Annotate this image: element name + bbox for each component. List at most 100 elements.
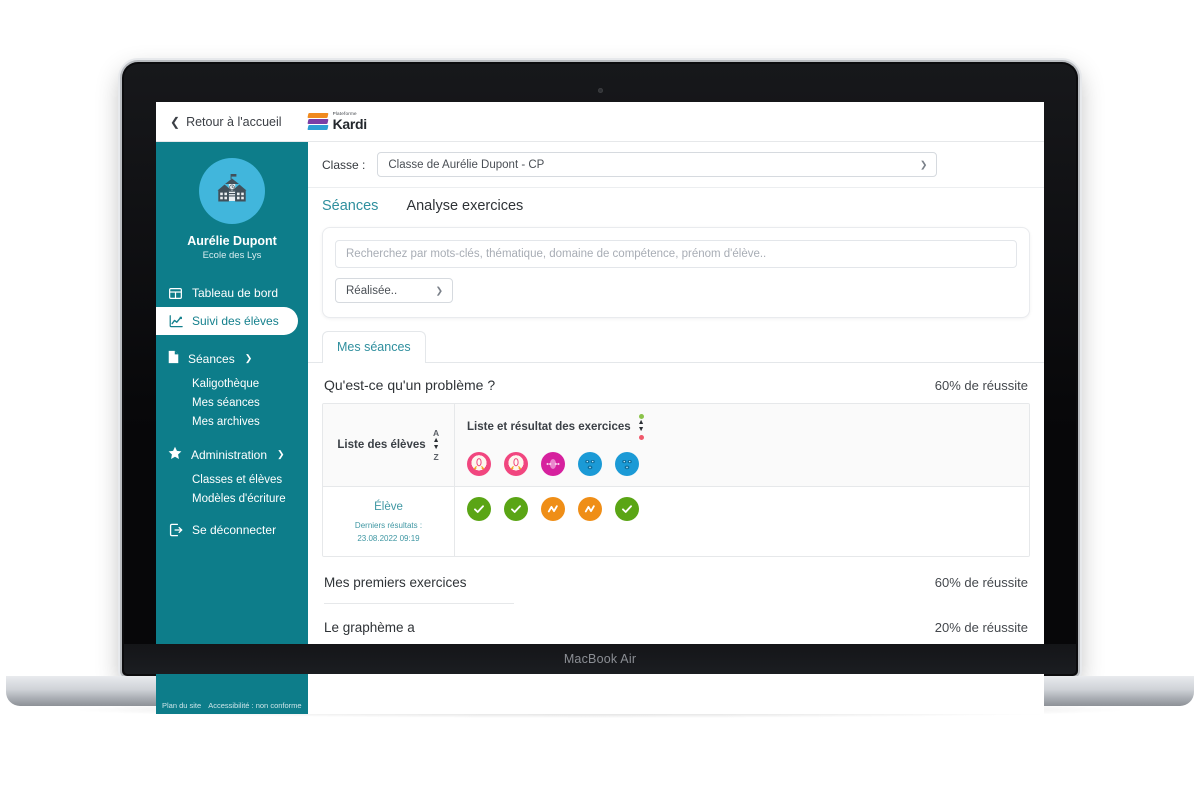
main-content: Classe : Classe de Aurélie Dupont - CP ❯… (308, 142, 1044, 714)
classe-label: Classe : (322, 157, 366, 172)
session-success-rate: 60% de réussite (934, 377, 1028, 393)
school-building-icon (217, 174, 247, 202)
results-table: Liste des élèves A ▲ ▼ Z Liste et résult… (322, 403, 1030, 558)
chart-line-icon (168, 314, 183, 328)
sidebar-group-administration[interactable]: Administration ❯ (156, 439, 308, 470)
secondary-tabs: Mes séances (308, 318, 1044, 363)
sessions-panel: Qu'est-ce qu'un problème ? 60% de réussi… (308, 363, 1044, 650)
session-header: Qu'est-ce qu'un problème ? 60% de réussi… (322, 363, 1030, 403)
session-success-rate: 20% de réussite (934, 620, 1028, 636)
result-badge-3[interactable] (541, 496, 565, 521)
list-item[interactable]: Le graphème a 20% de réussite (322, 604, 1030, 650)
sidebar-subitem-mes-seances[interactable]: Mes séances (156, 393, 308, 412)
student-info: Élève Derniers résultats : 23.08.2022 09… (355, 499, 422, 545)
star-icon (168, 446, 182, 463)
sidebar-subitem-classes-et-eleves[interactable]: Classes et élèves (156, 470, 308, 489)
sidebar-subitem-kaligotheque[interactable]: Kaligothèque (156, 374, 308, 393)
sidebar-group-label: Séances (188, 351, 235, 366)
sidebar-subitem-label: Mes séances (192, 396, 260, 409)
sidebar: Aurélie Dupont Ecole des Lys Tableau de … (156, 142, 308, 714)
session-title: Le graphème a (324, 620, 415, 636)
sidebar-subitem-label: Modèles d'écriture (192, 492, 286, 505)
sidebar-subitem-label: Kaligothèque (192, 377, 260, 390)
footer-site-map-link[interactable]: Plan du site (162, 701, 201, 710)
exercises-column-label: Liste et résultat des exercices (467, 420, 631, 433)
student-last-results-value: 23.08.2022 09:19 (357, 533, 420, 543)
list-item[interactable]: Mes premiers exercices 60% de réussite (322, 559, 1030, 605)
footer-accessibility-link[interactable]: Accessibilité : non conforme (208, 701, 301, 710)
exercises-column-header: Liste et résultat des exercices ▲ ▼ (455, 404, 1029, 486)
chevron-down-icon: ❯ (244, 353, 253, 363)
exercises-column-title: Liste et résultat des exercices ▲ ▼ (467, 414, 1017, 440)
session-title: Qu'est-ce qu'un problème ? (324, 377, 496, 393)
sidebar-item-label: Se déconnecter (192, 523, 277, 537)
result-badge-1[interactable] (467, 496, 491, 521)
result-badge-5[interactable] (615, 496, 639, 521)
sidebar-group-label: Administration (191, 447, 268, 462)
sidebar-group-seances[interactable]: Séances ❯ (156, 343, 308, 374)
student-results-cell (455, 486, 1029, 557)
tab-seances[interactable]: Séances (322, 198, 378, 214)
exercise-avatar-4[interactable] (578, 451, 602, 476)
sidebar-avatar-wrap (156, 142, 308, 232)
table-row: Élève Derniers résultats : 23.08.2022 09… (323, 485, 1029, 557)
device-brand-label: MacBook Air (563, 652, 637, 666)
sidebar-subitem-mes-archives[interactable]: Mes archives (156, 412, 308, 431)
search-panel: Réalisée.. ❯ (322, 227, 1030, 318)
sidebar-item-suivi-des-eleves[interactable]: Suivi des élèves (156, 307, 298, 335)
sort-arrows-icon: ▲ ▼ (432, 437, 440, 452)
tab-label: Séances (322, 198, 379, 214)
classe-select[interactable]: Classe de Aurélie Dupont - CP ❯ (377, 152, 938, 177)
sidebar-subitem-modeles-decriture[interactable]: Modèles d'écriture (156, 489, 308, 508)
results-badges-row (467, 496, 1017, 521)
sidebar-item-se-deconnecter[interactable]: Se déconnecter (156, 516, 308, 544)
chevron-down-icon: ❯ (435, 285, 443, 295)
logo-wordmark: Plateforme Kardi (332, 111, 368, 133)
logo-name: Kardi (332, 116, 368, 133)
document-icon (168, 350, 179, 367)
check-icon (622, 504, 632, 513)
back-to-home-link[interactable]: ❮ Retour à l'accueil (170, 115, 282, 129)
logo-bars-icon (307, 113, 329, 130)
result-badge-4[interactable] (578, 496, 602, 521)
sidebar-subitem-label: Classes et élèves (192, 473, 283, 486)
zigzag-icon (584, 504, 595, 512)
exercise-avatar-2[interactable] (504, 451, 528, 476)
tab-label: Mes séances (337, 340, 411, 354)
chevron-down-icon: ❯ (277, 449, 285, 459)
status-filter-value: Réalisée.. (346, 284, 398, 297)
laptop-chin: MacBook Air (124, 644, 1076, 674)
session-success-rate: 60% de réussite (934, 575, 1028, 591)
check-icon (511, 504, 521, 513)
exercises-sort-control[interactable]: ▲ ▼ (638, 414, 645, 440)
students-column-header: Liste des élèves A ▲ ▼ Z (323, 404, 455, 486)
status-filter-select[interactable]: Réalisée.. ❯ (335, 278, 453, 303)
student-cell[interactable]: Élève Derniers résultats : 23.08.2022 09… (323, 486, 455, 557)
classe-select-value: Classe de Aurélie Dupont - CP (388, 158, 545, 171)
kardi-logo[interactable]: Plateforme Kardi (307, 111, 368, 133)
students-column-label: Liste des élèves (337, 438, 426, 451)
exercise-avatar-5[interactable] (615, 451, 639, 476)
student-name: Élève (374, 500, 403, 513)
result-badge-2[interactable] (504, 496, 528, 521)
sidebar-school-name: Ecole des Lys (202, 250, 262, 261)
other-sessions-list: Mes premiers exercices 60% de réussite L… (322, 557, 1030, 650)
students-sort-control[interactable]: A ▲ ▼ Z (432, 428, 440, 462)
students-column-title: Liste des élèves A ▲ ▼ Z (337, 428, 440, 462)
exercise-avatar-1[interactable] (467, 451, 491, 476)
tab-mes-seances[interactable]: Mes séances (322, 331, 426, 363)
laptop-mockup-scene: ❮ Retour à l'accueil Plateforme Kardi Au… (0, 0, 1200, 800)
sidebar-user-name: Aurélie Dupont (187, 234, 277, 248)
sidebar-footer: Plan du site Accessibilité : non conform… (156, 695, 308, 714)
table-header-row: Liste des élèves A ▲ ▼ Z Liste et résult… (323, 404, 1029, 486)
exercise-avatar-3[interactable] (541, 451, 565, 476)
tab-analyse-exercices[interactable]: Analyse exercices (406, 198, 523, 214)
app-topbar: ❮ Retour à l'accueil Plateforme Kardi (156, 102, 1044, 142)
screen-viewport: ❮ Retour à l'accueil Plateforme Kardi Au… (156, 102, 1044, 714)
sidebar-item-tableau-de-bord[interactable]: Tableau de bord (156, 279, 308, 307)
sidebar-nav: Tableau de bord Suivi des élèves Séances… (156, 279, 308, 544)
search-input[interactable] (335, 240, 1017, 268)
